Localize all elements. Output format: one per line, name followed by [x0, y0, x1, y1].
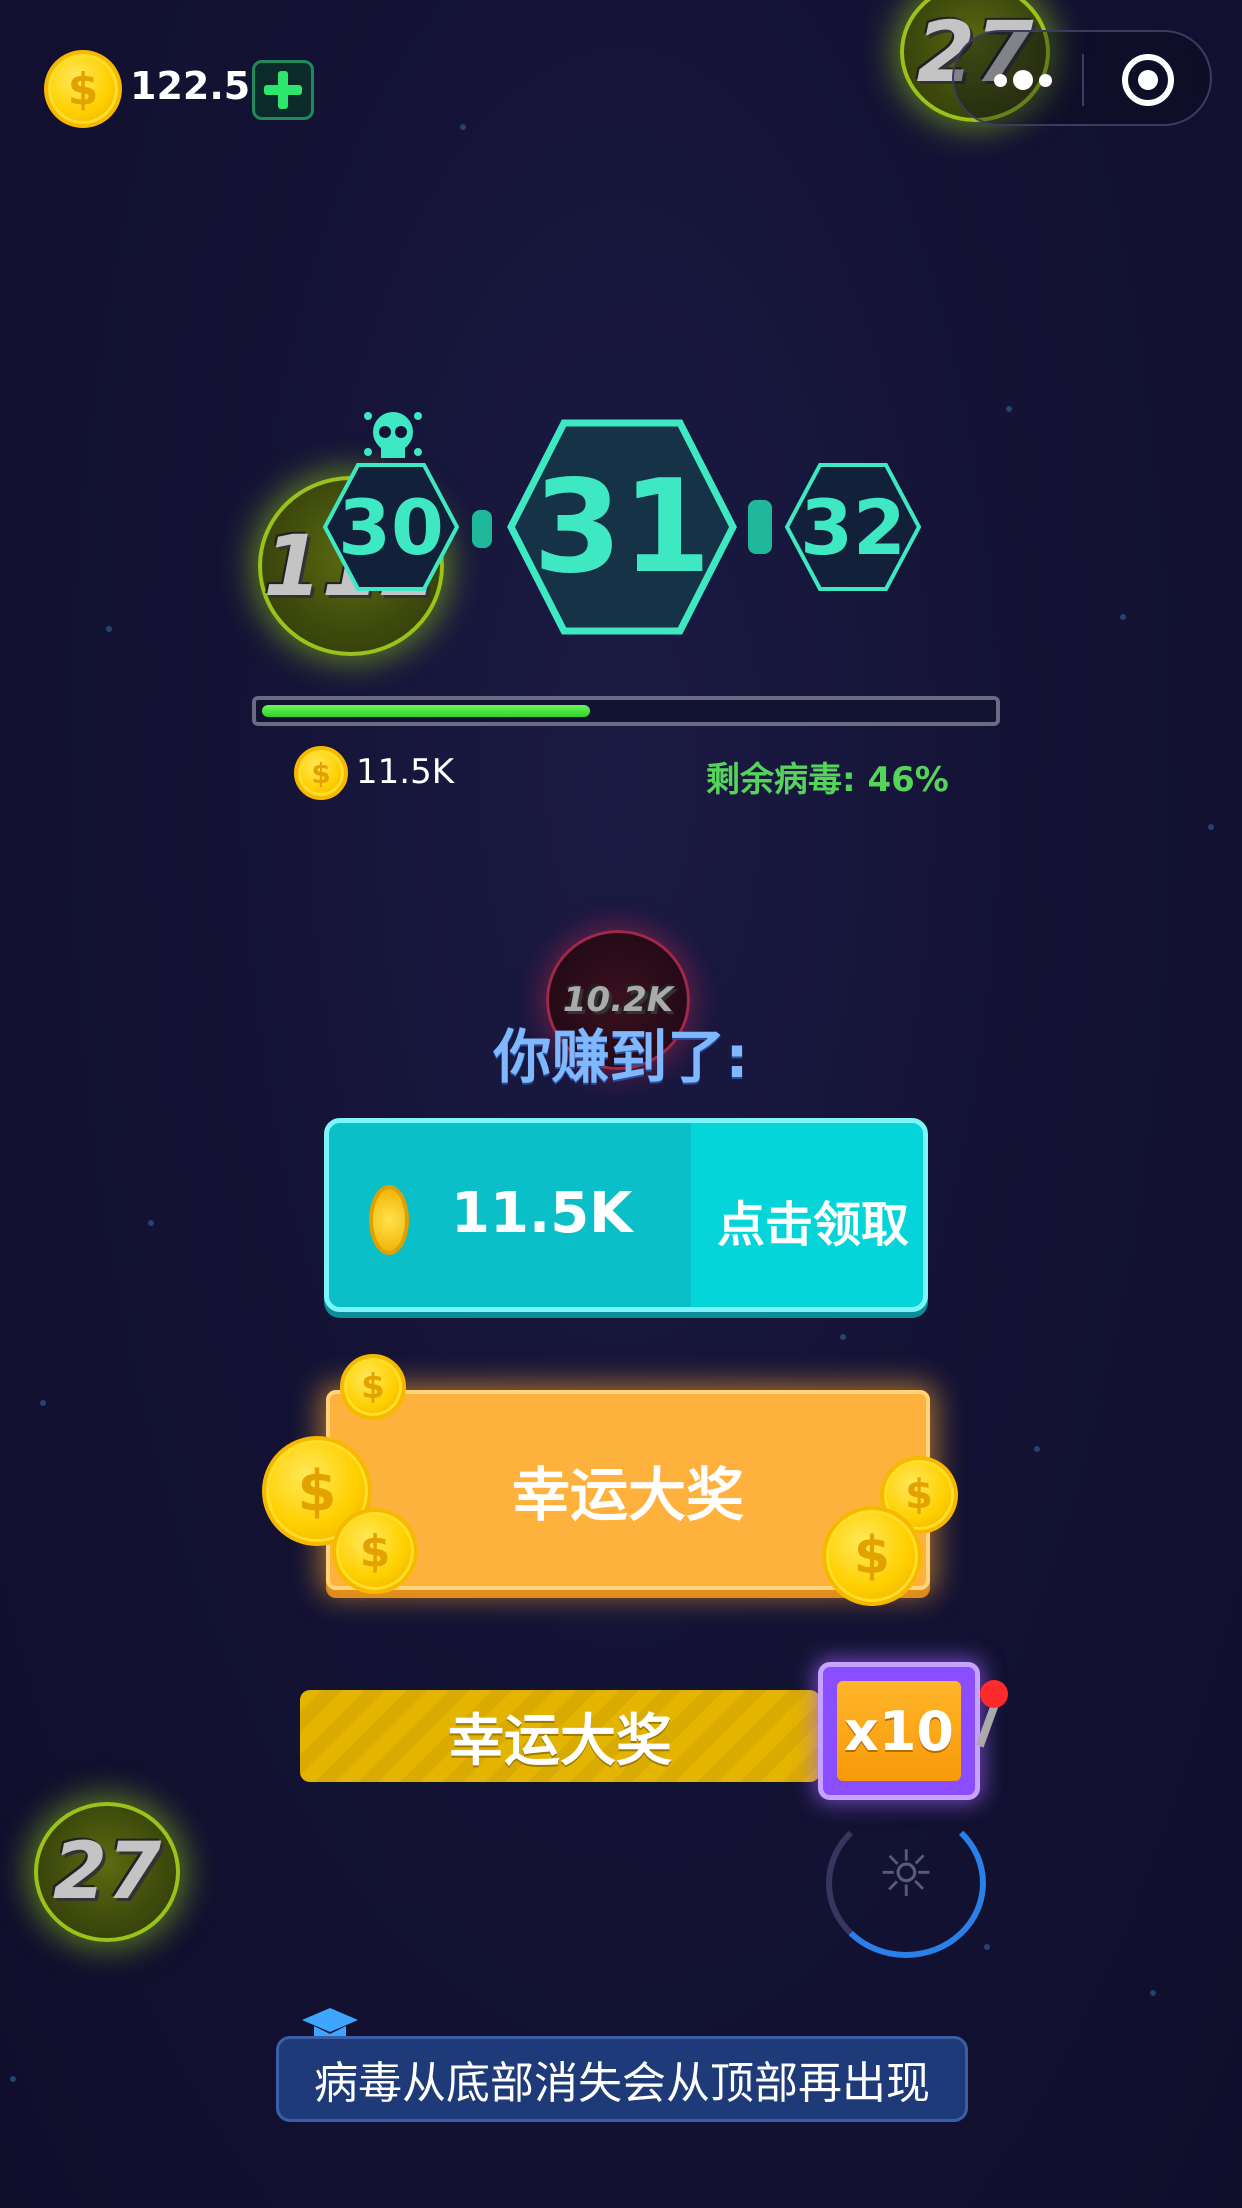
coin-icon: $	[332, 1508, 418, 1594]
lucky-multiplier-bar[interactable]: 幸运大奖	[300, 1690, 820, 1782]
level-connector	[748, 500, 772, 554]
earned-amount: 11.5K	[356, 752, 454, 792]
reward-amount: 11.5K	[451, 1181, 633, 1246]
tip-banner: 病毒从底部消失会从顶部再出现	[276, 2036, 968, 2122]
more-dots-icon[interactable]	[994, 70, 1052, 90]
mini-program-capsule	[952, 30, 1212, 126]
coin-icon: $	[340, 1354, 406, 1420]
add-coins-button[interactable]	[252, 60, 314, 120]
progress-fill	[262, 705, 590, 717]
earned-title: 你赚到了:	[493, 1023, 749, 1091]
remaining-virus: 剩余病毒: 46%	[706, 760, 949, 800]
level-previous: 30	[322, 462, 460, 592]
slot-machine-button[interactable]: x10	[818, 1662, 980, 1800]
coin-icon: $	[44, 50, 122, 128]
bulb-icon: ☼	[877, 1838, 935, 1912]
coin-icon: $	[822, 1506, 922, 1606]
coin-icon	[369, 1185, 409, 1255]
multiplier-label: x10	[844, 1699, 954, 1763]
claim-button[interactable]: 11.5K 点击领取	[324, 1118, 928, 1312]
level-current: 31	[506, 418, 738, 636]
skull-icon	[364, 412, 422, 458]
slot-lever-ball	[980, 1680, 1008, 1708]
coin-icon: $	[294, 746, 348, 800]
level-connector	[472, 510, 492, 548]
claim-label: 点击领取	[717, 1197, 910, 1253]
level-next: 32	[784, 462, 922, 592]
virus-blob: 27	[34, 1802, 180, 1942]
virus-label: 27	[52, 1827, 162, 1917]
close-target-icon[interactable]	[1122, 54, 1174, 106]
level-progress-bar	[252, 696, 1000, 726]
